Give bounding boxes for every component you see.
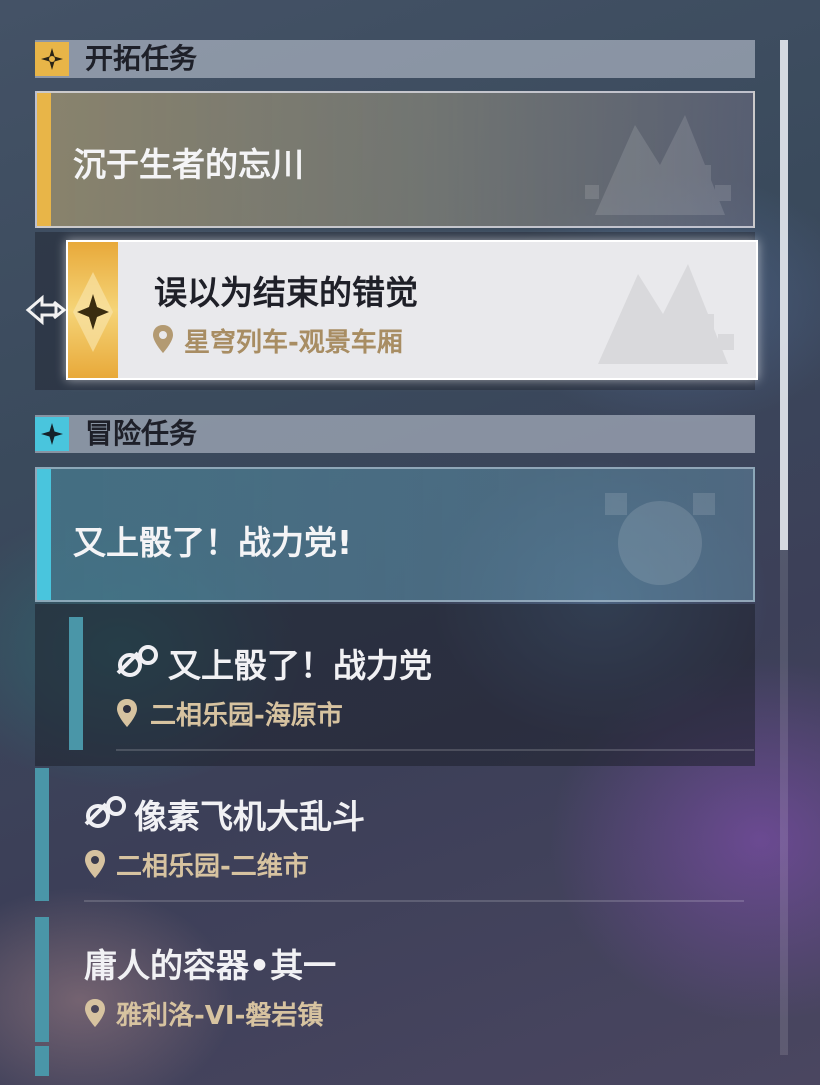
selected-arrow-icon [25, 294, 66, 326]
row-divider [116, 749, 754, 751]
gold-diamond-strip [68, 242, 118, 378]
quest-row-2[interactable]: 像素飞机大乱斗 二相乐园-二维市 [50, 768, 755, 913]
trailblaze-diamond-icon [73, 272, 113, 352]
location-pin-icon [117, 699, 137, 727]
location-pin-icon [153, 325, 173, 353]
section-header-trailblaze: 开拓任务 [35, 40, 755, 78]
quest-title: 又上骰了！战力党 [168, 646, 432, 685]
teal-accent-bar [35, 1046, 49, 1076]
trailblaze-star-icon [35, 42, 69, 76]
teal-accent-bar [69, 617, 83, 750]
event-icon [84, 796, 126, 828]
cyan-accent-bar [37, 469, 51, 600]
event-icon [116, 645, 158, 677]
quest-location-trailblaze-sub: 星穹列车-观景车厢 [184, 328, 403, 358]
section-header-adventure: 冒险任务 [35, 415, 755, 453]
quest-card-trailblaze-main[interactable]: 沉于生者的忘川 [35, 91, 755, 228]
gold-accent-bar [37, 93, 51, 226]
teal-accent-bar [35, 768, 49, 901]
location-pin-icon [85, 999, 105, 1027]
section-title-trailblaze: 开拓任务 [85, 42, 198, 75]
quest-title-trailblaze-sub: 误以为结束的错觉 [154, 273, 418, 312]
quest-location: 二相乐园-二维市 [116, 852, 309, 882]
dragon-emblem-watermark-icon [598, 264, 734, 364]
row-divider [84, 900, 744, 902]
scrollbar-thumb[interactable] [780, 40, 788, 550]
quest-title: 像素飞机大乱斗 [134, 797, 365, 836]
teal-accent-bar [35, 917, 49, 1042]
location-pin-icon [85, 850, 105, 878]
dragon-emblem-watermark-icon [585, 115, 731, 215]
quest-location: 雅利洛-VI-磐岩镇 [116, 1001, 324, 1031]
quest-location: 二相乐园-海原市 [150, 701, 343, 731]
adventure-star-icon [35, 417, 69, 451]
quest-row-3[interactable]: 庸人的容器•其一 雅利洛-VI-磐岩镇 [50, 917, 755, 1042]
quest-title-adventure-group: 又上骰了！战力党! [73, 523, 353, 562]
quest-card-trailblaze-sub[interactable]: 误以为结束的错觉 星穹列车-观景车厢 [66, 240, 758, 380]
quest-title: 庸人的容器•其一 [84, 946, 337, 985]
quest-card-adventure-group[interactable]: 又上骰了！战力党! [35, 467, 755, 602]
quest-title-trailblaze-main: 沉于生者的忘川 [73, 145, 304, 184]
mascot-emblem-watermark-icon [605, 493, 715, 585]
section-title-adventure: 冒险任务 [85, 417, 198, 450]
quest-row-1[interactable]: 又上骰了！战力党 二相乐园-海原市 [84, 617, 754, 757]
